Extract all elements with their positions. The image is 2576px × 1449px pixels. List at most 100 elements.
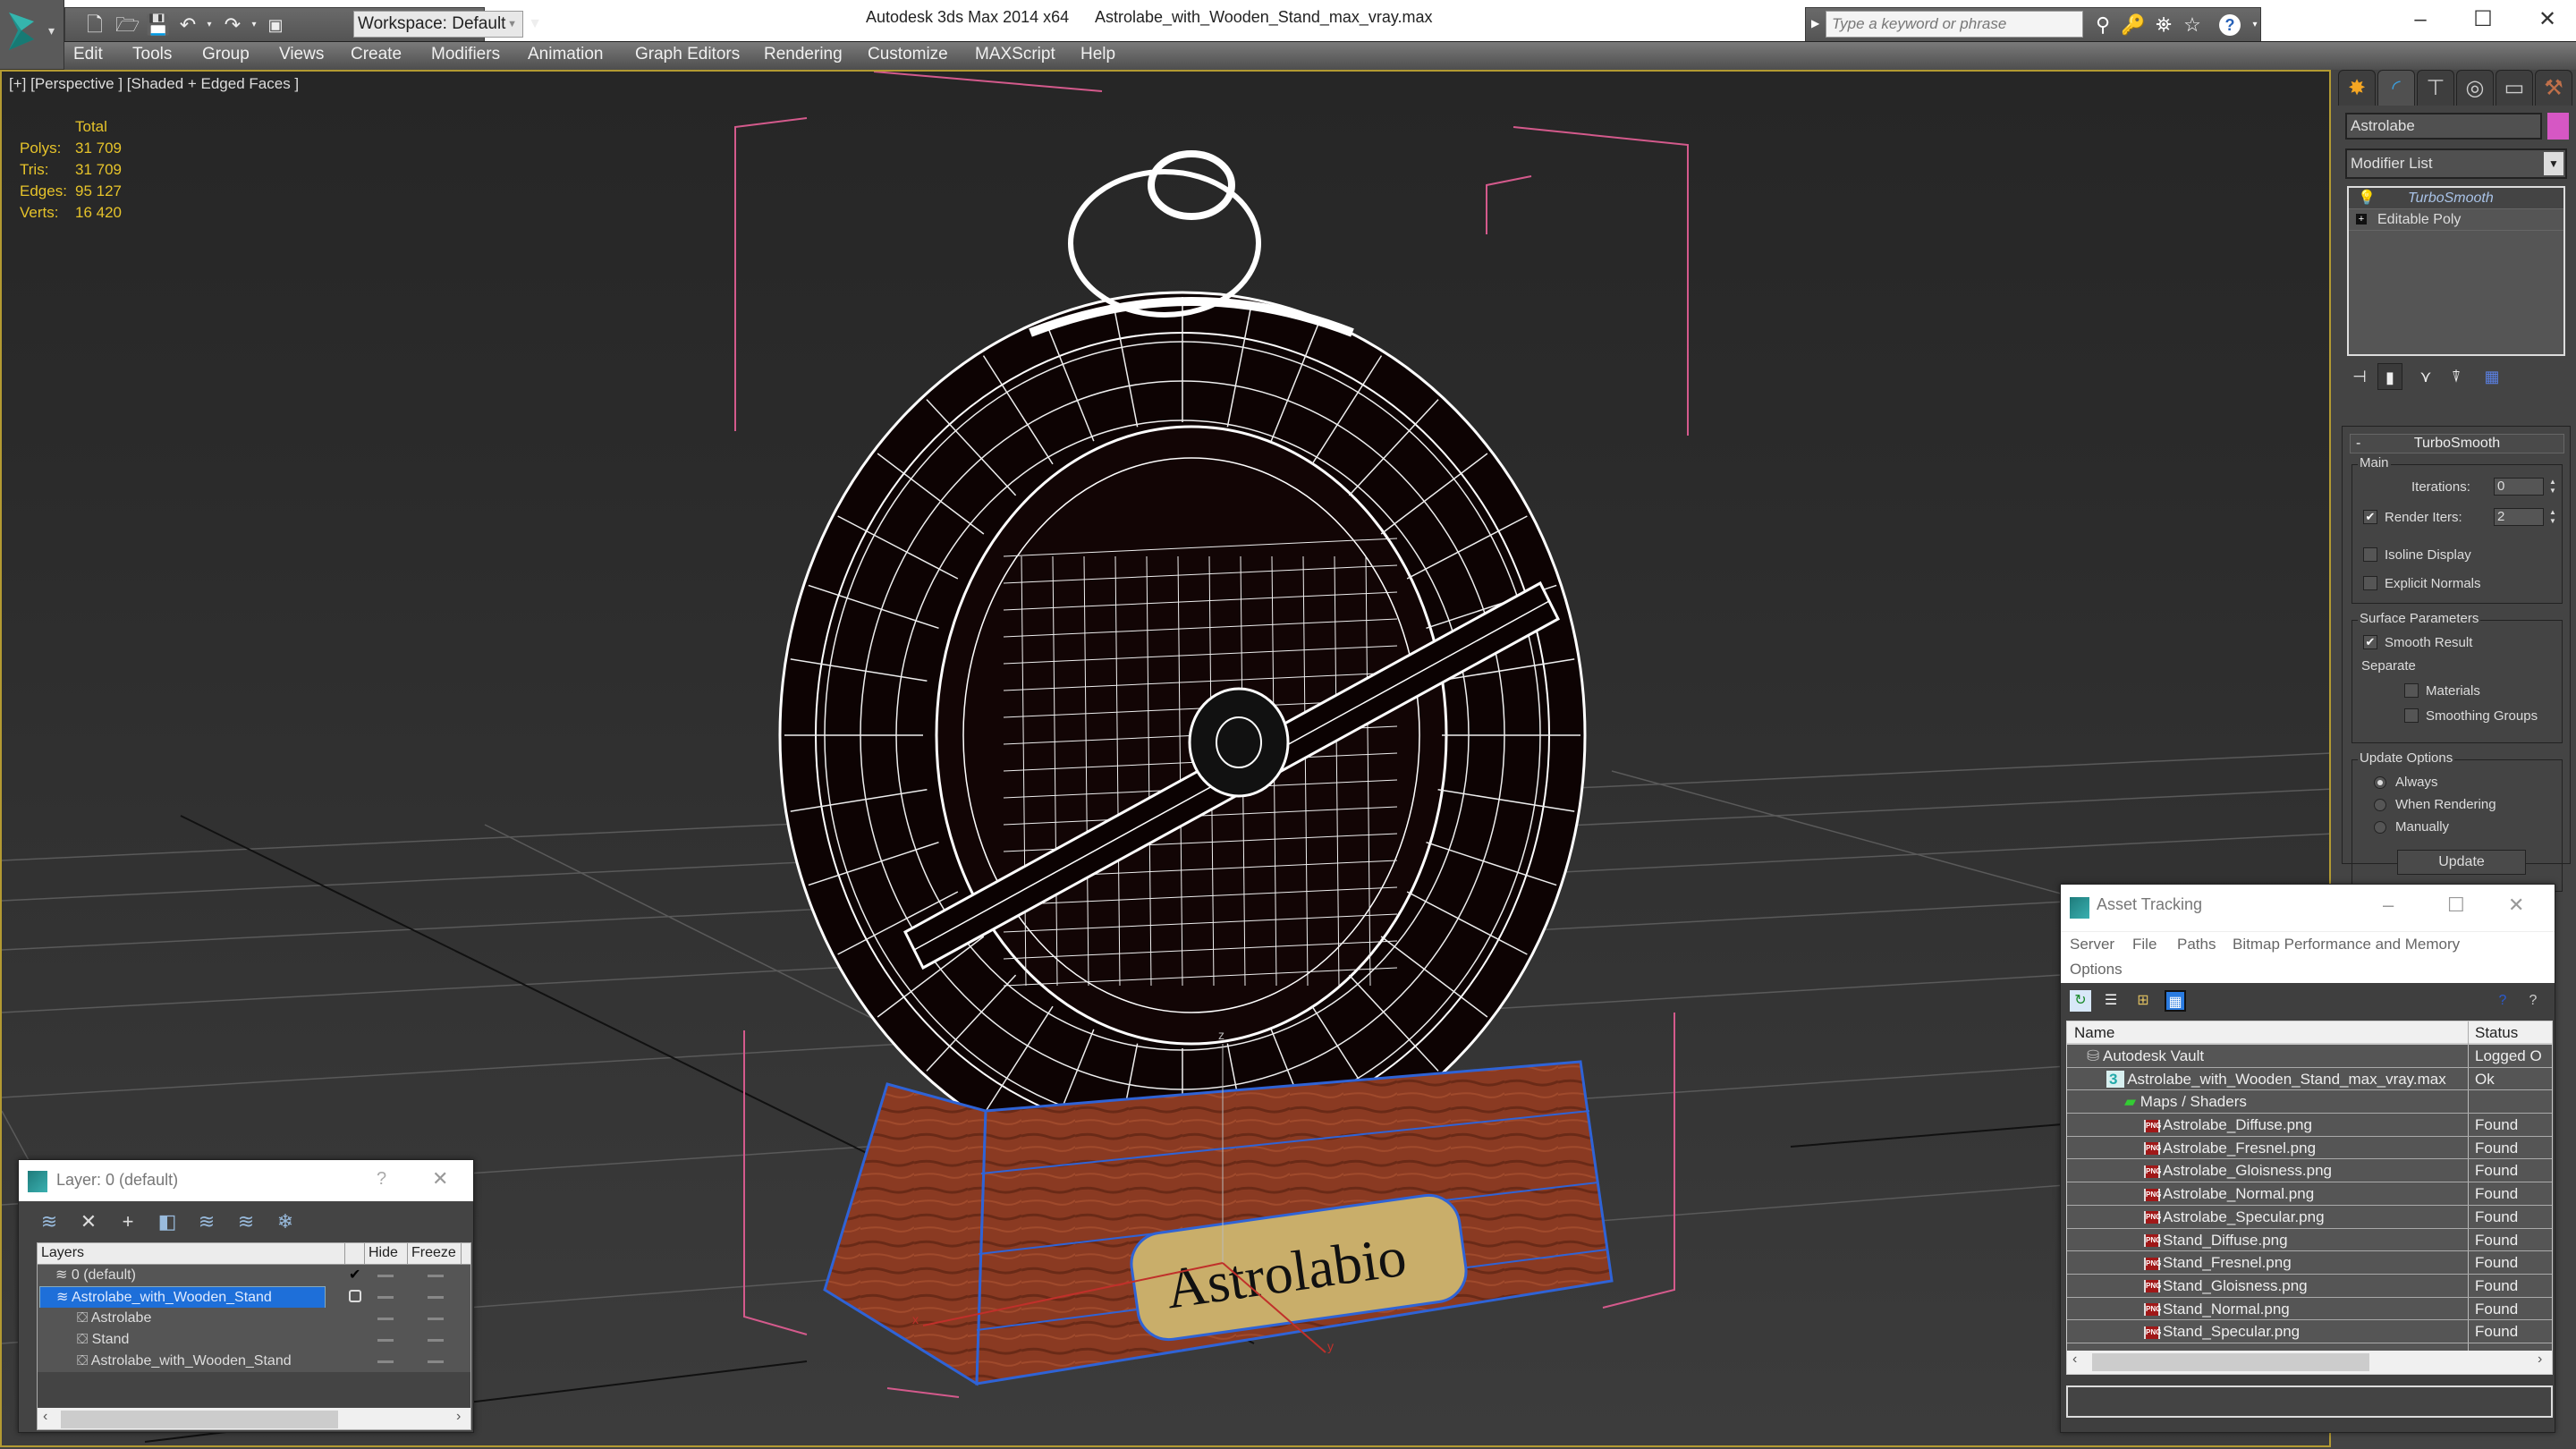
column-name[interactable]: Name	[2074, 1024, 2114, 1042]
menu-rendering[interactable]: Rendering	[764, 45, 843, 64]
remove-modifier-icon[interactable]: ⍒	[2444, 363, 2469, 390]
highlight-selected-layer-icon[interactable]: ≋	[194, 1210, 219, 1233]
asset-row[interactable]: PNGAstrolabe_Specular.png Found	[2067, 1205, 2552, 1229]
lightbulb-icon[interactable]: 💡	[2358, 188, 2376, 209]
open-file-icon[interactable]: 🗁	[115, 13, 140, 37]
materials-checkbox[interactable]	[2404, 683, 2419, 698]
star-icon[interactable]: ☆	[2180, 13, 2205, 38]
scrollbar-thumb[interactable]	[61, 1411, 338, 1428]
asset-row[interactable]: PNGAstrolabe_Fresnel.png Found	[2067, 1136, 2552, 1160]
refresh-icon[interactable]: ↻	[2070, 990, 2091, 1012]
minimize-button[interactable]: –	[2383, 894, 2394, 917]
minimize-button[interactable]: –	[2394, 0, 2447, 39]
pin-stack-icon[interactable]: ⊣	[2347, 363, 2372, 390]
scroll-left-icon[interactable]: ‹	[2072, 1352, 2077, 1368]
asset-row[interactable]: PNGStand_Normal.png Found	[2067, 1297, 2552, 1321]
list-view-icon[interactable]: ☰	[2100, 990, 2122, 1012]
select-objects-in-layer-icon[interactable]: ◧	[155, 1210, 180, 1233]
menu-graph-editors[interactable]: Graph Editors	[635, 45, 740, 64]
horizontal-scrollbar[interactable]: ‹ ›	[38, 1408, 470, 1429]
customize-toolbar-icon[interactable]: ▼	[527, 12, 543, 37]
asset-row[interactable]: 3 Astrolabe_with_Wooden_Stand_max_vray.m…	[2067, 1067, 2552, 1091]
app-menu-button[interactable]: ▾	[0, 0, 64, 70]
workspace-dropdown[interactable]: Workspace: Default ▼	[353, 11, 523, 38]
hide-toggle[interactable]	[377, 1318, 394, 1320]
asset-row[interactable]: PNGAstrolabe_Gloisness.png Found	[2067, 1159, 2552, 1183]
expand-arrow-icon[interactable]: ▶	[1811, 17, 1819, 30]
menu-server[interactable]: Server	[2070, 936, 2114, 953]
column-current[interactable]	[345, 1243, 365, 1265]
close-button[interactable]: ✕	[2508, 894, 2524, 917]
menu-options[interactable]: Options	[2070, 961, 2123, 979]
object-color-swatch[interactable]	[2547, 113, 2569, 140]
modify-tab-icon[interactable]: ◜	[2377, 70, 2415, 106]
menu-create[interactable]: Create	[351, 45, 402, 64]
column-freeze[interactable]: Freeze	[408, 1243, 462, 1265]
isoline-display-checkbox[interactable]	[2363, 547, 2377, 562]
layer-object-row[interactable]: ⛋ Stand	[38, 1329, 470, 1351]
horizontal-scrollbar[interactable]: ‹ ›	[2067, 1351, 2552, 1374]
satellite-icon[interactable]: ⛯	[2151, 13, 2176, 38]
stack-item-turbosmooth[interactable]: 💡 TurboSmooth	[2349, 188, 2563, 209]
when-rendering-radio[interactable]	[2374, 799, 2386, 811]
freeze-toggle[interactable]	[428, 1360, 444, 1363]
layer-object-row[interactable]: ⛋ Astrolabe	[38, 1308, 470, 1329]
layer-row[interactable]: ≋ 0 (default) ✔	[38, 1265, 470, 1286]
object-name-field[interactable]: Astrolabe	[2345, 113, 2542, 140]
new-file-icon[interactable]: 🗋	[83, 13, 106, 37]
maximize-button[interactable]: ☐	[2456, 0, 2510, 39]
column-hide[interactable]: Hide	[365, 1243, 408, 1265]
asset-row[interactable]: PNGAstrolabe_Normal.png Found	[2067, 1182, 2552, 1206]
asset-row[interactable]: PNGStand_Fresnel.png Found	[2067, 1251, 2552, 1275]
undo-icon[interactable]: ↶	[176, 13, 199, 37]
asset-row[interactable]: ▰ Maps / Shaders	[2067, 1090, 2552, 1114]
astrolabe-model[interactable]	[778, 150, 1587, 1180]
menu-help[interactable]: Help	[1080, 45, 1115, 64]
render-iters-spinner[interactable]: 2	[2494, 508, 2544, 526]
menu-customize[interactable]: Customize	[868, 45, 948, 64]
smoothing-groups-checkbox[interactable]	[2404, 708, 2419, 723]
scroll-right-icon[interactable]: ›	[456, 1409, 461, 1425]
menu-maxscript[interactable]: MAXScript	[975, 45, 1055, 64]
motion-tab-icon[interactable]: ◎	[2456, 70, 2494, 106]
freeze-toggle[interactable]	[428, 1318, 444, 1320]
asset-tracking-titlebar[interactable]: Asset Tracking – ☐ ✕	[2061, 885, 2555, 931]
close-button[interactable]: ✕	[2521, 0, 2574, 39]
freeze-toggle[interactable]	[428, 1275, 444, 1277]
set-current-layer-box[interactable]	[349, 1290, 361, 1302]
modifier-list-dropdown[interactable]: Modifier List ▼	[2345, 148, 2567, 179]
spinner-arrows-icon[interactable]: ▲ ▼	[2547, 478, 2558, 496]
binoculars-icon[interactable]: ⚲	[2090, 13, 2115, 38]
asset-row[interactable]: PNGStand_Diffuse.png Found	[2067, 1228, 2552, 1252]
add-to-layer-icon[interactable]: +	[115, 1210, 140, 1233]
wooden-stand-model[interactable]: Astrolabio	[823, 1060, 1614, 1386]
menu-group[interactable]: Group	[202, 45, 250, 64]
spinner-arrows-icon[interactable]: ▲ ▼	[2547, 508, 2558, 526]
hide-all-layers-icon[interactable]: ≋	[233, 1210, 258, 1233]
search-input[interactable]: Type a keyword or phrase	[1826, 11, 2083, 38]
explicit-normals-checkbox[interactable]	[2363, 576, 2377, 590]
render-iters-checkbox[interactable]: ✔	[2363, 510, 2377, 524]
asset-row[interactable]: ⛁ Autodesk Vault Logged O	[2067, 1045, 2552, 1068]
asset-row[interactable]: PNGStand_Specular.png Found	[2067, 1320, 2552, 1343]
utilities-tab-icon[interactable]: ⚒	[2535, 70, 2572, 106]
hide-toggle[interactable]	[377, 1339, 394, 1342]
layer-row[interactable]: −≋ Astrolabe_with_Wooden_Stand	[38, 1286, 470, 1309]
show-end-result-icon[interactable]: ▮	[2377, 363, 2402, 390]
hierarchy-tab-icon[interactable]: ⊤	[2417, 70, 2454, 106]
display-tab-icon[interactable]: ▭	[2496, 70, 2533, 106]
menu-animation[interactable]: Animation	[528, 45, 604, 64]
make-unique-icon[interactable]: ⋎	[2413, 363, 2438, 390]
menu-edit[interactable]: Edit	[73, 45, 103, 64]
current-layer-check-icon[interactable]: ✔	[349, 1265, 360, 1286]
manually-radio[interactable]	[2374, 821, 2386, 834]
context-help-icon[interactable]: ?	[2522, 990, 2544, 1012]
delete-layer-icon[interactable]: ✕	[76, 1210, 101, 1233]
menu-bitmap-performance[interactable]: Bitmap Performance and Memory	[2233, 936, 2460, 953]
hide-toggle[interactable]	[377, 1275, 394, 1277]
key-icon[interactable]: 🔑	[2121, 13, 2146, 38]
redo-icon[interactable]: ↷	[221, 13, 244, 37]
scroll-left-icon[interactable]: ‹	[43, 1409, 47, 1425]
help-button[interactable]: ?	[377, 1169, 386, 1190]
create-new-layer-icon[interactable]: ≋	[37, 1210, 62, 1233]
